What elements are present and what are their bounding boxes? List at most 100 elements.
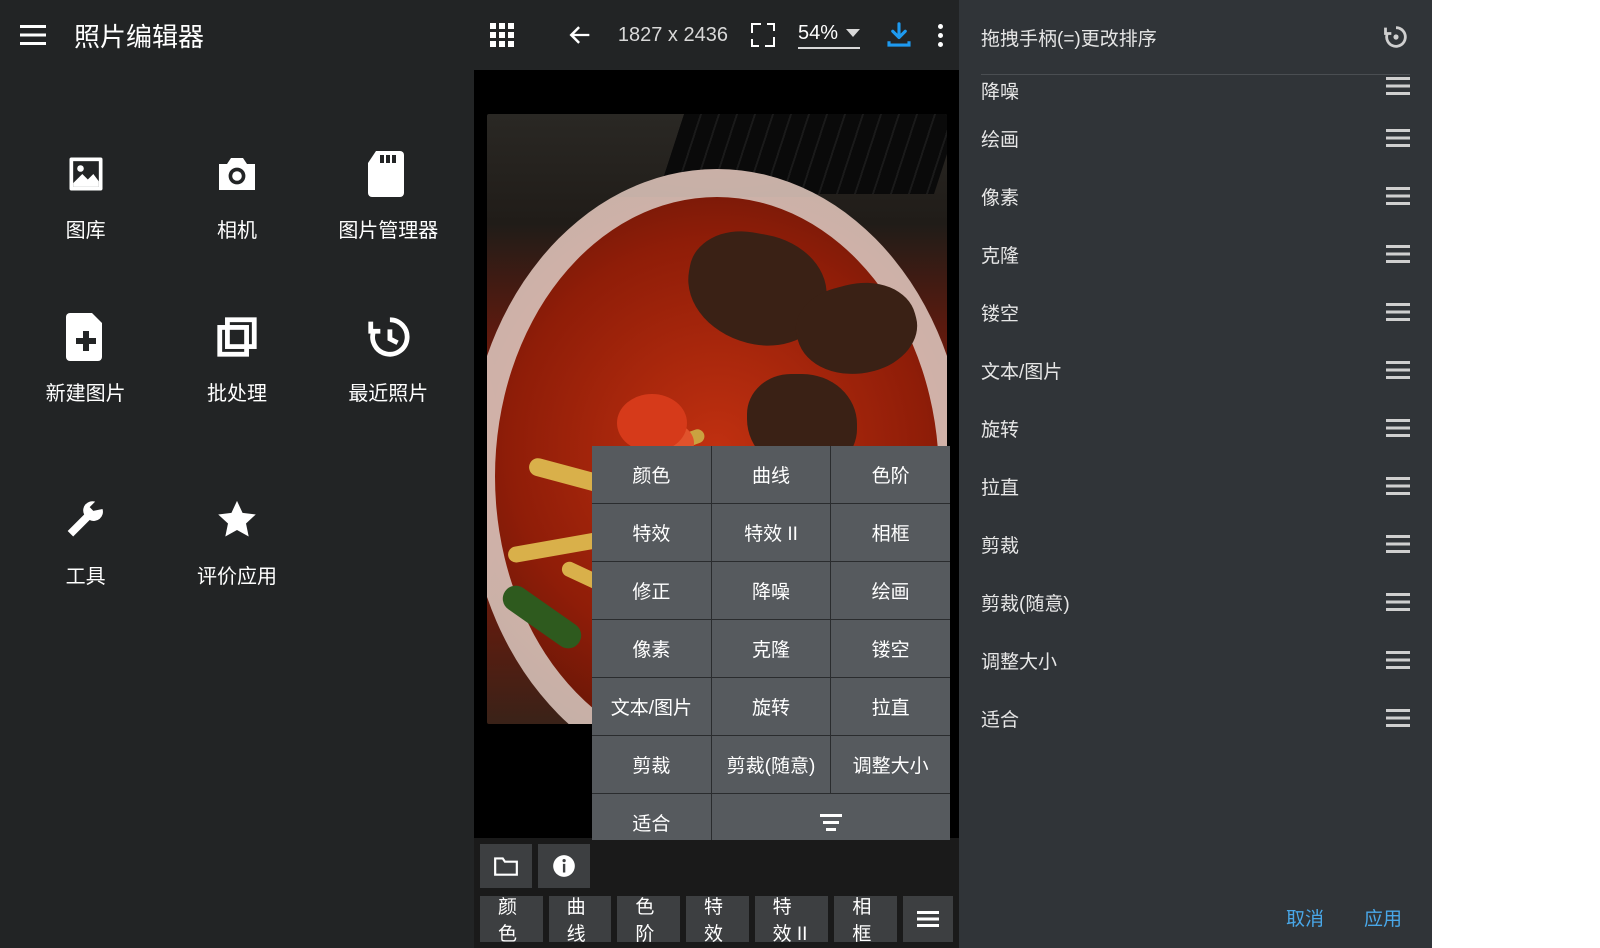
item-label: 文本/图片	[981, 357, 1062, 384]
drag-handle-icon[interactable]	[1386, 77, 1410, 95]
drag-handle-icon[interactable]	[1386, 419, 1410, 437]
reset-button[interactable]	[1382, 23, 1410, 51]
list-item[interactable]: 文本/图片	[981, 341, 1410, 399]
item-label: 剪裁(随意)	[981, 589, 1070, 616]
overflow-menu-icon[interactable]	[938, 24, 943, 47]
bottom-toolbars: 颜色 曲线 色阶 特效 特效 II 相框	[474, 840, 959, 948]
tool-straighten[interactable]: 拉直	[831, 678, 950, 735]
tool-crop[interactable]: 剪裁	[592, 736, 711, 793]
wrench-icon	[62, 496, 110, 544]
camera-icon	[213, 150, 261, 198]
camera-label: 相机	[217, 214, 257, 243]
cancel-button[interactable]: 取消	[1286, 904, 1324, 931]
list-item[interactable]: 克隆	[981, 225, 1410, 283]
info-button[interactable]	[538, 844, 590, 888]
list-item[interactable]: 降噪	[981, 75, 1410, 109]
apps-grid-icon[interactable]	[490, 23, 514, 47]
camera-button[interactable]: 相机	[161, 150, 312, 243]
zoom-value: 54%	[798, 22, 838, 45]
drag-handle-icon[interactable]	[1386, 245, 1410, 263]
download-button[interactable]	[884, 20, 914, 50]
reorder-footer: 取消 应用	[959, 886, 1432, 948]
fullscreen-icon[interactable]	[752, 24, 774, 46]
item-label: 克隆	[981, 241, 1019, 268]
reorder-header: 拖拽手柄(=)更改排序	[959, 0, 1432, 74]
chip-curves[interactable]: 曲线	[549, 896, 612, 942]
item-label: 旋转	[981, 415, 1019, 442]
recent-button[interactable]: 最近照片	[313, 313, 464, 406]
tool-pixel[interactable]: 像素	[592, 620, 711, 677]
menu-icon[interactable]	[20, 25, 46, 45]
drag-handle-icon[interactable]	[1386, 535, 1410, 553]
zoom-dropdown[interactable]: 54%	[798, 22, 860, 49]
drag-handle-icon[interactable]	[1386, 129, 1410, 147]
item-label: 降噪	[981, 77, 1019, 104]
folder-button[interactable]	[480, 844, 532, 888]
tool-clone[interactable]: 克隆	[712, 620, 831, 677]
tool-effects[interactable]: 特效	[592, 504, 711, 561]
tool-color[interactable]: 颜色	[592, 446, 711, 503]
chip-more[interactable]	[903, 896, 953, 942]
tool-freecrop[interactable]: 剪裁(随意)	[712, 736, 831, 793]
chip-effects[interactable]: 特效	[686, 896, 749, 942]
list-item[interactable]: 剪裁	[981, 515, 1410, 573]
list-item[interactable]: 像素	[981, 167, 1410, 225]
drag-handle-icon[interactable]	[1386, 709, 1410, 727]
drag-handle-icon[interactable]	[1386, 303, 1410, 321]
rate-button[interactable]: 评价应用	[161, 496, 312, 589]
recent-label: 最近照片	[348, 377, 428, 406]
chip-effects2[interactable]: 特效 II	[755, 896, 829, 942]
tools-button[interactable]: 工具	[10, 496, 161, 589]
reorder-list: 降噪 绘画 像素 克隆 镂空 文本/图片	[959, 75, 1432, 886]
gallery-label: 图库	[66, 214, 106, 243]
chip-levels[interactable]: 色阶	[617, 896, 680, 942]
drag-handle-icon[interactable]	[1386, 593, 1410, 611]
home-panel: 照片编辑器 图库 相机 图片管理器	[0, 0, 474, 948]
list-item[interactable]: 绘画	[981, 109, 1410, 167]
tool-curves[interactable]: 曲线	[712, 446, 831, 503]
drag-handle-icon[interactable]	[1386, 361, 1410, 379]
chip-frame[interactable]: 相框	[834, 896, 897, 942]
new-image-button[interactable]: 新建图片	[10, 313, 161, 406]
tool-draw[interactable]: 绘画	[831, 562, 950, 619]
drag-handle-icon[interactable]	[1386, 187, 1410, 205]
tool-levels[interactable]: 色阶	[831, 446, 950, 503]
list-item[interactable]: 旋转	[981, 399, 1410, 457]
list-item[interactable]: 适合	[981, 689, 1410, 747]
item-label: 绘画	[981, 125, 1019, 152]
drag-handle-icon[interactable]	[1386, 477, 1410, 495]
editor-panel: 1827 x 2436 54% 颜色 曲线	[474, 0, 959, 948]
menu-icon	[917, 911, 939, 927]
tool-rotate[interactable]: 旋转	[712, 678, 831, 735]
image-dimensions: 1827 x 2436	[618, 24, 728, 47]
toolbar-row-b: 颜色 曲线 色阶 特效 特效 II 相框	[474, 892, 959, 948]
tool-correct[interactable]: 修正	[592, 562, 711, 619]
tool-grid-popup: 颜色 曲线 色阶 特效 特效 II 相框 修正 降噪 绘画 像素 克隆 镂空 文…	[592, 446, 950, 851]
back-button[interactable]	[566, 21, 594, 49]
rate-label: 评价应用	[197, 560, 277, 589]
tool-resize[interactable]: 调整大小	[831, 736, 950, 793]
blank-margin	[1432, 0, 1600, 948]
tool-effects2[interactable]: 特效 II	[712, 504, 831, 561]
list-item[interactable]: 镂空	[981, 283, 1410, 341]
chip-color[interactable]: 颜色	[480, 896, 543, 942]
list-item[interactable]: 调整大小	[981, 631, 1410, 689]
batch-button[interactable]: 批处理	[161, 313, 312, 406]
gallery-button[interactable]: 图库	[10, 150, 161, 243]
app-title: 照片编辑器	[74, 17, 204, 54]
tool-denoise[interactable]: 降噪	[712, 562, 831, 619]
tool-frame[interactable]: 相框	[831, 504, 950, 561]
image-icon	[62, 150, 110, 198]
history-icon	[364, 313, 412, 361]
item-label: 拉直	[981, 473, 1019, 500]
list-item[interactable]: 剪裁(随意)	[981, 573, 1410, 631]
dropdown-arrow-icon	[846, 29, 860, 37]
tool-cutout[interactable]: 镂空	[831, 620, 950, 677]
file-manager-button[interactable]: 图片管理器	[313, 150, 464, 243]
list-item[interactable]: 拉直	[981, 457, 1410, 515]
apply-button[interactable]: 应用	[1364, 904, 1402, 931]
canvas-area: 颜色 曲线 色阶 特效 特效 II 相框 修正 降噪 绘画 像素 克隆 镂空 文…	[474, 70, 959, 838]
tool-textimage[interactable]: 文本/图片	[592, 678, 711, 735]
toolbar-row-a	[474, 840, 959, 892]
drag-handle-icon[interactable]	[1386, 651, 1410, 669]
